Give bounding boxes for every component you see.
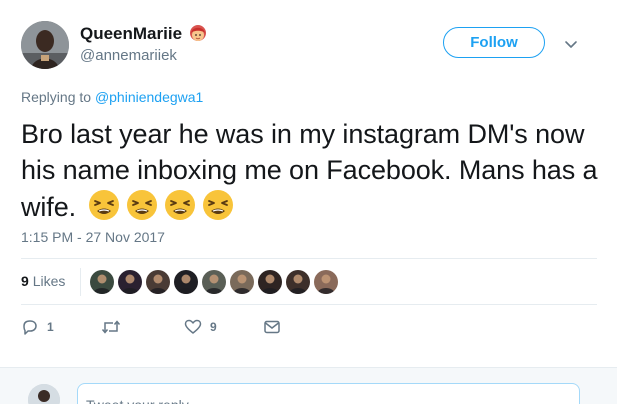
tweet-card: QueenMariie @annemariiek Follow Replying… (0, 0, 617, 404)
tired-face-emoji (87, 188, 121, 222)
replying-prefix: Replying to (21, 89, 92, 105)
reply-input[interactable] (77, 383, 580, 404)
liker-avatar[interactable] (230, 270, 254, 294)
liker-avatar[interactable] (258, 270, 282, 294)
follow-button[interactable]: Follow (443, 27, 545, 58)
divider (21, 258, 597, 259)
direct-message-button[interactable] (263, 318, 281, 336)
reply-button[interactable]: 1 (21, 318, 54, 336)
reply-mention-link[interactable]: @phiniendegwa1 (95, 89, 203, 105)
retweet-icon (101, 318, 121, 336)
likes-label: Likes (32, 273, 66, 289)
author-handle[interactable]: @annemariiek (80, 47, 177, 64)
likes-number: 9 (21, 273, 29, 289)
liker-avatar[interactable] (90, 270, 114, 294)
tired-face-emoji (201, 188, 235, 222)
envelope-icon (263, 318, 281, 336)
author-avatar[interactable] (21, 21, 69, 69)
display-name: QueenMariie (80, 24, 183, 43)
liker-avatar[interactable] (174, 270, 198, 294)
like-button[interactable]: 9 (184, 318, 217, 336)
liker-avatar[interactable] (314, 270, 338, 294)
tired-face-emoji (125, 188, 159, 222)
reply-icon (21, 318, 39, 336)
woman-red-hair-emoji (188, 24, 208, 44)
likes-count[interactable]: 9 Likes (21, 273, 65, 289)
vertical-divider (80, 268, 81, 296)
like-count: 9 (210, 320, 217, 334)
retweet-button[interactable] (101, 318, 129, 336)
liker-avatar[interactable] (146, 270, 170, 294)
author-name[interactable]: QueenMariie (80, 24, 208, 44)
reply-count: 1 (47, 320, 54, 334)
tweet-timestamp[interactable]: 1:15 PM - 27 Nov 2017 (21, 229, 165, 245)
tired-face-emoji (163, 188, 197, 222)
liker-avatar[interactable] (118, 270, 142, 294)
emoji-row (87, 188, 235, 222)
chevron-down-icon[interactable] (563, 36, 579, 52)
divider (21, 304, 597, 305)
replying-to: Replying to @phiniendegwa1 (21, 89, 203, 105)
likers-list (90, 270, 338, 294)
liker-avatar[interactable] (202, 270, 226, 294)
heart-icon (184, 318, 202, 336)
tweet-text: Bro last year he was in my instagram DM'… (21, 116, 601, 225)
liker-avatar[interactable] (286, 270, 310, 294)
